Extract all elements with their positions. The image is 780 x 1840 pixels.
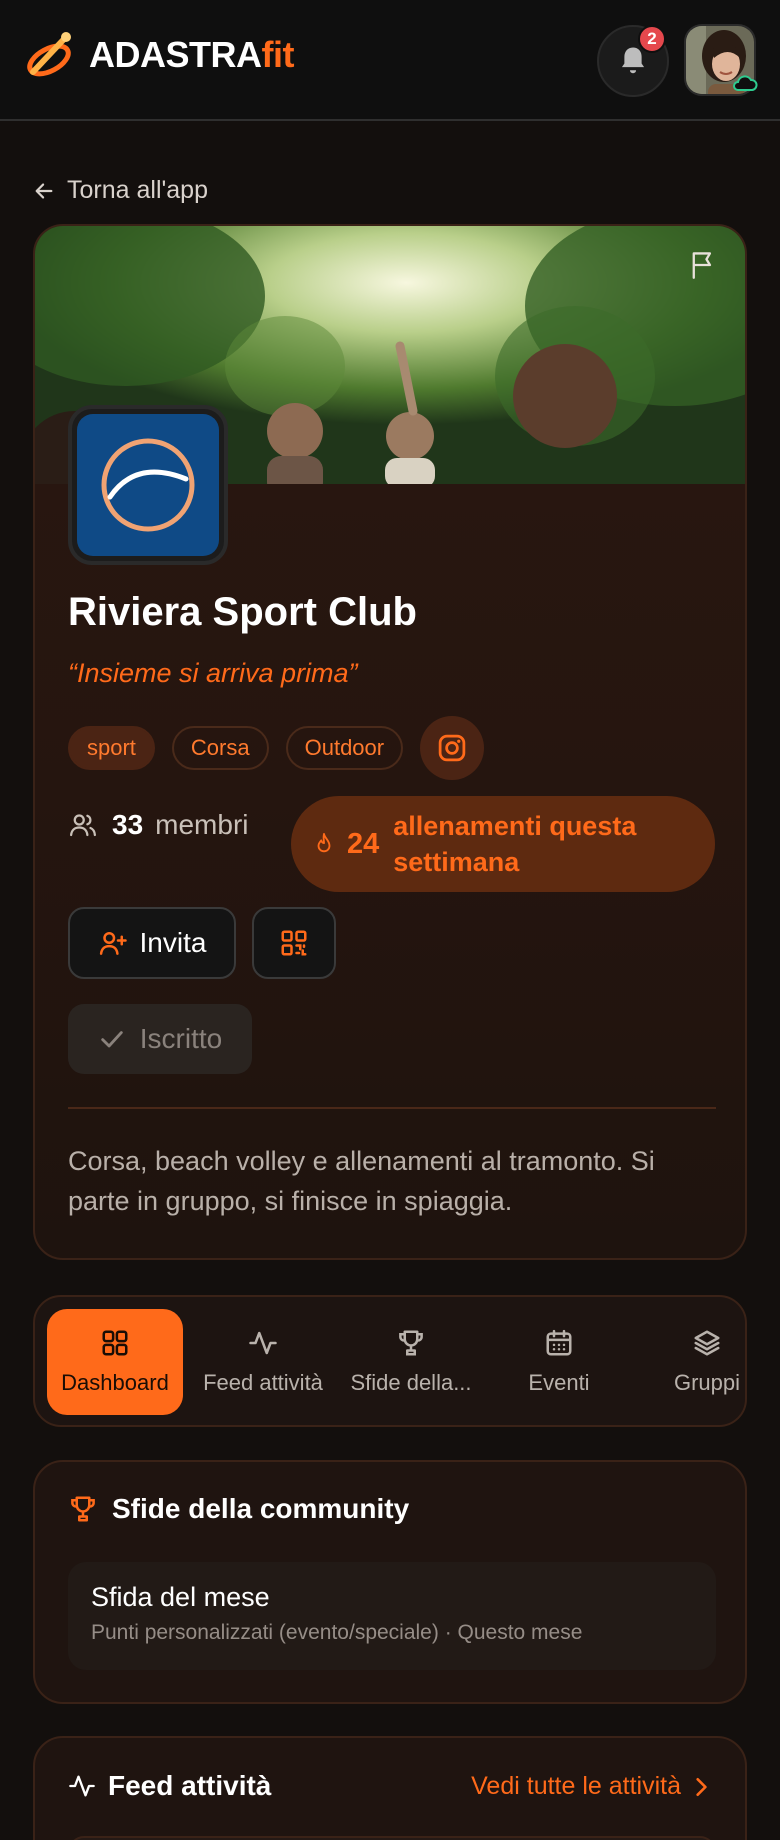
community-challenges-card: Sfide della community Sfida del mese Pun…	[33, 1460, 747, 1704]
tab-feed[interactable]: Feed attività	[195, 1309, 331, 1415]
trophy-icon	[399, 1330, 423, 1356]
tab-label: Eventi	[528, 1370, 590, 1395]
trainings-number: 24	[347, 827, 380, 860]
cloud-sync-icon	[733, 75, 758, 91]
tab-challenges[interactable]: Sfide della...	[343, 1309, 479, 1415]
chevron-right-icon	[696, 1777, 707, 1796]
flame-icon	[317, 833, 331, 853]
club-logo-icon	[101, 438, 195, 532]
club-tags: sport Corsa Outdoor	[68, 716, 485, 780]
user-plus-icon	[99, 931, 127, 955]
challenge-item[interactable]: Sfida del mese Punti personalizzati (eve…	[68, 1562, 716, 1670]
invite-label: Invita	[139, 927, 207, 958]
arrow-left-icon	[35, 182, 53, 199]
feed-title: Feed attività	[68, 1770, 271, 1802]
brand-logo-icon	[27, 32, 71, 77]
tab-label: Sfide della...	[350, 1370, 472, 1395]
challenges-title: Sfide della community	[68, 1493, 409, 1525]
activity-icon	[69, 1775, 95, 1797]
challenge-item-title: Sfida del mese	[91, 1582, 270, 1612]
app-header: ADASTRAfit 2	[0, 0, 780, 121]
back-link-label: Torna all'app	[67, 176, 208, 204]
qr-code-icon	[281, 930, 307, 956]
brand-logo[interactable]: ADASTRAfit	[25, 28, 294, 82]
instagram-icon	[438, 734, 466, 762]
notifications-button[interactable]: 2	[597, 25, 669, 97]
members-count: 33 membri	[68, 809, 249, 841]
club-description: Corsa, beach volley e allenamenti al tra…	[68, 1146, 655, 1216]
tab-dashboard[interactable]: Dashboard	[47, 1309, 183, 1415]
layers-icon	[694, 1330, 720, 1356]
check-icon	[101, 1031, 123, 1048]
flag-icon	[692, 252, 712, 279]
grid-icon	[102, 1330, 128, 1356]
qr-code-button[interactable]	[252, 907, 336, 979]
report-button[interactable]	[689, 250, 717, 280]
activity-icon	[249, 1331, 277, 1355]
tag-corsa[interactable]: Corsa	[171, 726, 269, 770]
tab-groups[interactable]: Gruppi	[639, 1309, 745, 1415]
trophy-icon	[71, 1496, 95, 1522]
users-icon	[70, 814, 96, 837]
calendar-icon	[546, 1329, 572, 1356]
notification-badge: 2	[638, 25, 666, 53]
tag-sport[interactable]: sport	[68, 726, 155, 770]
club-motto: “Insieme si arriva prima”	[68, 658, 358, 688]
tab-label: Gruppi	[673, 1370, 741, 1395]
club-tabs: Dashboard Feed attività Sfide della... E…	[33, 1295, 747, 1427]
joined-label: Iscritto	[139, 1023, 223, 1054]
club-name: Riviera Sport Club	[68, 590, 417, 634]
tag-outdoor[interactable]: Outdoor	[285, 726, 404, 770]
back-link[interactable]: Torna all'app	[33, 176, 208, 205]
challenge-item-subtitle: Punti personalizzati (evento/speciale) ·…	[91, 1621, 583, 1644]
divider	[68, 1107, 716, 1109]
view-all-activities-link[interactable]: Vedi tutte le attività	[471, 1772, 709, 1801]
instagram-button[interactable]	[420, 716, 485, 780]
trainings-label: allenamenti questa settimana	[393, 810, 637, 877]
members-number: 33	[112, 809, 144, 840]
brand-name: ADASTRAfit	[89, 34, 294, 75]
weekly-trainings-badge: 24 allenamenti questa settimana	[291, 796, 715, 892]
tab-events[interactable]: Eventi	[491, 1309, 627, 1415]
club-logo	[68, 405, 228, 565]
joined-button[interactable]: Iscritto	[68, 1004, 252, 1074]
activity-feed-card: Feed attività Vedi tutte le attività	[33, 1736, 747, 1840]
tab-label: Feed attività	[203, 1370, 323, 1395]
club-card: Riviera Sport Club “Insieme si arriva pr…	[33, 224, 747, 1260]
invite-button[interactable]: Invita	[68, 907, 236, 979]
tab-label: Dashboard	[61, 1370, 169, 1395]
members-label: membri	[155, 809, 249, 840]
feed-item	[68, 1836, 716, 1840]
